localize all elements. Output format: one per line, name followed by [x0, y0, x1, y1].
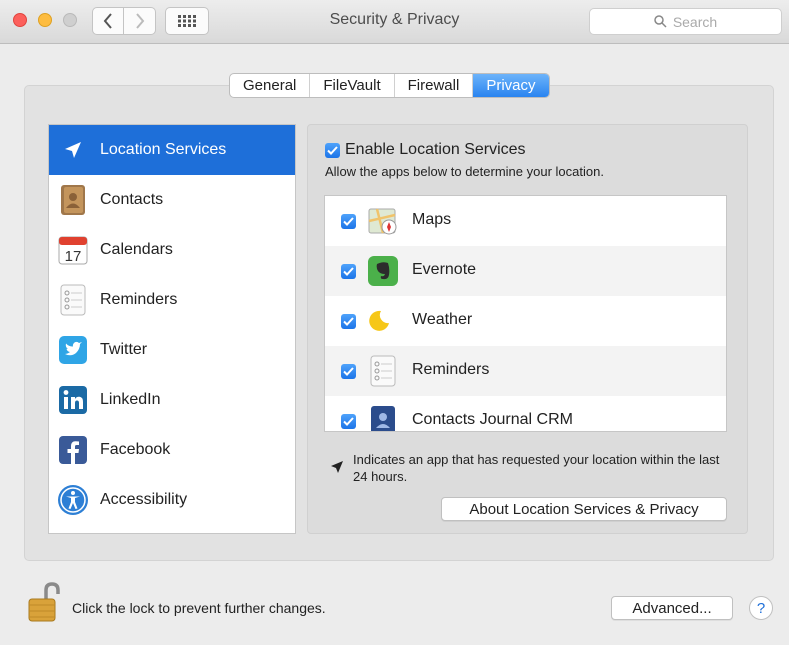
- list-item-evernote: Evernote: [325, 246, 726, 296]
- title-bar: Security & Privacy Search: [0, 0, 789, 44]
- sidebar-item-facebook[interactable]: Facebook: [49, 425, 295, 475]
- sidebar-item-reminders[interactable]: Reminders: [49, 275, 295, 325]
- sidebar-item-label: Twitter: [100, 341, 148, 358]
- sidebar-item-label: Location Services: [100, 141, 227, 158]
- privacy-category-list: Location Services Contacts 17 Calendars …: [48, 124, 296, 534]
- lock-button[interactable]: [26, 581, 62, 623]
- checkbox-checked-icon: [325, 142, 340, 158]
- twitter-icon: [57, 334, 89, 366]
- tab-general[interactable]: General: [230, 74, 311, 97]
- app-label: Contacts Journal CRM: [412, 411, 573, 428]
- evernote-icon: [367, 255, 399, 287]
- list-item-maps: Maps: [325, 196, 726, 246]
- sidebar-item-label: Contacts: [100, 191, 164, 208]
- search-placeholder: Search: [672, 13, 718, 30]
- sidebar-item-twitter[interactable]: Twitter: [49, 325, 295, 375]
- security-privacy-window: Security & Privacy Search General FileVa…: [0, 0, 789, 645]
- enable-location-services-checkbox[interactable]: Enable Location Services: [325, 141, 526, 159]
- accessibility-icon: [57, 484, 89, 516]
- search-icon: [654, 15, 667, 28]
- sidebar-item-linkedin[interactable]: LinkedIn: [49, 375, 295, 425]
- list-item-contacts-journal-crm: Contacts Journal CRM: [325, 396, 726, 431]
- location-services-description: Allow the apps below to determine your l…: [325, 164, 604, 179]
- reminders-checkbox[interactable]: [341, 364, 356, 379]
- app-location-list: Maps Evernote Weather Reminders Contacts…: [324, 195, 727, 432]
- sidebar-item-contacts[interactable]: Contacts: [49, 175, 295, 225]
- list-item-reminders: Reminders: [325, 346, 726, 396]
- search-field[interactable]: Search: [589, 8, 782, 35]
- calendar-icon: 17: [57, 234, 89, 266]
- app-label: Evernote: [412, 261, 477, 278]
- maps-checkbox[interactable]: [341, 214, 356, 229]
- about-location-services-button[interactable]: About Location Services & Privacy: [441, 497, 727, 521]
- reminders-icon: [367, 355, 399, 387]
- contacts-journal-icon: [367, 405, 399, 431]
- maps-icon: [367, 205, 399, 237]
- tab-firewall[interactable]: Firewall: [395, 74, 474, 97]
- weather-icon: [367, 305, 399, 337]
- tab-filevault[interactable]: FileVault: [310, 74, 395, 97]
- app-label: Reminders: [412, 361, 490, 378]
- calendar-day-number: 17: [65, 248, 82, 265]
- unlocked-padlock-icon: [28, 582, 60, 622]
- recent-location-note: Indicates an app that has requested your…: [353, 452, 720, 484]
- tab-bar: General FileVault Firewall Privacy: [229, 73, 550, 98]
- reminders-icon: [57, 284, 89, 316]
- sidebar-item-location-services[interactable]: Location Services: [49, 125, 295, 175]
- location-arrow-icon: [331, 461, 343, 473]
- contacts-journal-checkbox[interactable]: [341, 414, 356, 429]
- app-label: Weather: [412, 311, 473, 328]
- sidebar-item-calendars[interactable]: 17 Calendars: [49, 225, 295, 275]
- enable-location-services-label: Enable Location Services: [345, 141, 526, 158]
- advanced-button[interactable]: Advanced...: [611, 596, 733, 620]
- evernote-checkbox[interactable]: [341, 264, 356, 279]
- sidebar-item-label: Accessibility: [100, 491, 188, 508]
- sidebar-item-accessibility[interactable]: Accessibility: [49, 475, 295, 525]
- lock-hint-text: Click the lock to prevent further change…: [72, 600, 326, 616]
- facebook-icon: [57, 434, 89, 466]
- linkedin-icon: [57, 384, 89, 416]
- weather-checkbox[interactable]: [341, 314, 356, 329]
- sidebar-item-label: LinkedIn: [100, 391, 161, 408]
- app-label: Maps: [412, 211, 452, 228]
- location-arrow-icon: [57, 134, 89, 166]
- tab-privacy[interactable]: Privacy: [473, 74, 549, 97]
- sidebar-item-label: Reminders: [100, 291, 178, 308]
- sidebar-item-label: Facebook: [100, 441, 171, 458]
- list-item-weather: Weather: [325, 296, 726, 346]
- sidebar-item-label: Calendars: [100, 241, 173, 258]
- help-button[interactable]: ?: [749, 596, 773, 620]
- contacts-book-icon: [57, 184, 89, 216]
